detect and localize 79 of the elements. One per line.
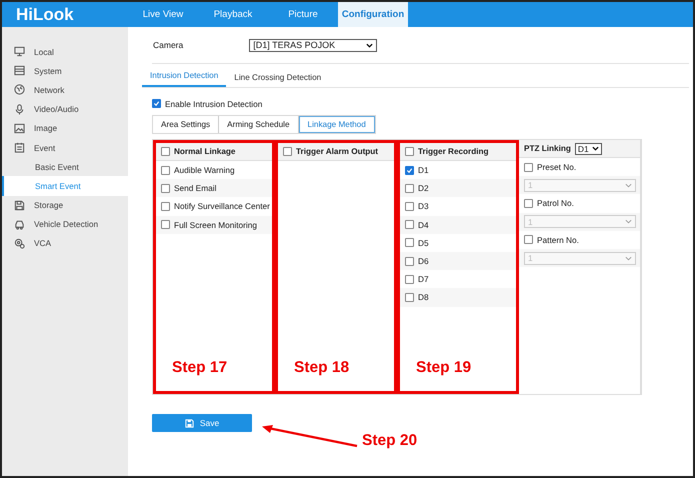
chevron-icon — [625, 219, 632, 224]
sidebar-item[interactable]: Storage — [2, 196, 128, 215]
checkbox-label: D5 — [418, 238, 429, 248]
chevron-icon — [625, 256, 632, 261]
column-header: Trigger Recording — [418, 147, 489, 156]
checkbox[interactable] — [405, 166, 414, 175]
checkbox[interactable] — [405, 256, 414, 266]
channel-select[interactable]: D1 — [574, 142, 602, 154]
camera-label: Camera — [153, 40, 184, 50]
calendar-icon — [14, 142, 25, 154]
step-annotation: Step 17 — [172, 359, 228, 377]
checkbox[interactable] — [405, 147, 414, 156]
sidebar-item[interactable]: Vehicle Detection — [2, 214, 128, 234]
checkbox-label: Full Screen Monitoring — [174, 220, 258, 230]
column-header: PTZ Linking — [524, 144, 571, 153]
gear-icon — [14, 238, 25, 249]
checkbox[interactable] — [524, 198, 533, 208]
checkbox[interactable] — [405, 292, 414, 302]
floppy-icon — [184, 418, 194, 428]
checkbox[interactable] — [283, 147, 292, 156]
step-annotation: Step 20 — [362, 432, 418, 450]
checkbox-label: Patrol No. — [537, 198, 574, 208]
checkbox-label: Enable Intrusion Detection — [165, 98, 262, 108]
step-tab[interactable]: Arming Schedule — [219, 116, 299, 133]
sidebar-item[interactable]: System — [2, 61, 128, 80]
checkbox-label: Send Email — [174, 183, 216, 194]
sidebar-item[interactable]: Smart Event — [2, 176, 128, 196]
checkbox[interactable] — [405, 220, 414, 230]
checkbox[interactable] — [405, 238, 414, 248]
sub-tab[interactable]: Line Crossing Detection — [226, 73, 330, 87]
sidebar-item[interactable]: Video/Audio — [2, 100, 128, 119]
step-annotation: Step 19 — [416, 359, 472, 377]
image-icon — [14, 122, 25, 134]
floppy-icon — [14, 200, 25, 211]
checkbox[interactable] — [524, 235, 533, 244]
sidebar-item[interactable]: VCA — [2, 234, 128, 254]
sidebar-item[interactable]: Event — [2, 138, 128, 158]
sub-tab[interactable]: Intrusion Detection — [142, 71, 226, 87]
checkbox[interactable] — [161, 184, 170, 193]
logo: HiLook — [15, 4, 75, 26]
car-icon — [14, 218, 25, 230]
sidebar-item[interactable]: Image — [2, 118, 128, 138]
checkbox[interactable] — [405, 202, 414, 211]
camera-select[interactable]: [D1] TERAS POJOK — [249, 38, 378, 52]
window-icon — [14, 65, 25, 76]
step-tab[interactable]: Linkage Method — [298, 116, 375, 133]
checkbox[interactable] — [161, 202, 170, 211]
sidebar-item[interactable]: Basic Event — [2, 157, 128, 176]
globe-icon — [14, 84, 25, 96]
checkbox[interactable] — [152, 99, 161, 108]
checkbox[interactable] — [161, 220, 170, 230]
chevron-icon — [625, 182, 632, 188]
checkbox-label: D1 — [418, 165, 429, 176]
sidebar-item[interactable]: Local — [2, 42, 128, 62]
checkbox-label: Pattern No. — [537, 234, 579, 245]
checkbox[interactable] — [405, 274, 414, 284]
checkbox[interactable] — [161, 147, 170, 156]
step-tab[interactable]: Area Settings — [153, 116, 220, 133]
checkbox[interactable] — [405, 184, 414, 193]
step-annotation: Step 18 — [294, 359, 350, 377]
checkbox-label: D3 — [418, 201, 429, 212]
nav-tab[interactable]: Configuration — [338, 2, 408, 27]
checkbox-label: D2 — [418, 183, 429, 194]
checkbox-label: D7 — [418, 274, 429, 284]
checkbox[interactable] — [161, 166, 170, 175]
checkbox[interactable] — [524, 162, 533, 172]
sidebar-item[interactable]: Network — [2, 80, 128, 100]
monitor-icon — [14, 46, 25, 58]
checkbox-label: Notify Surveillance Center — [174, 201, 270, 212]
checkbox-label: D8 — [418, 292, 429, 302]
microphone-icon — [14, 104, 25, 115]
chevron-icon — [592, 146, 599, 151]
checkbox-label: Preset No. — [537, 162, 576, 172]
checkbox-label: D6 — [418, 256, 429, 266]
column-header: Trigger Alarm Output — [296, 147, 378, 156]
column-header: Normal Linkage — [174, 147, 236, 156]
chevron-icon — [366, 42, 374, 48]
checkbox-label: D4 — [418, 220, 429, 230]
checkbox-label: Audible Warning — [174, 165, 235, 176]
